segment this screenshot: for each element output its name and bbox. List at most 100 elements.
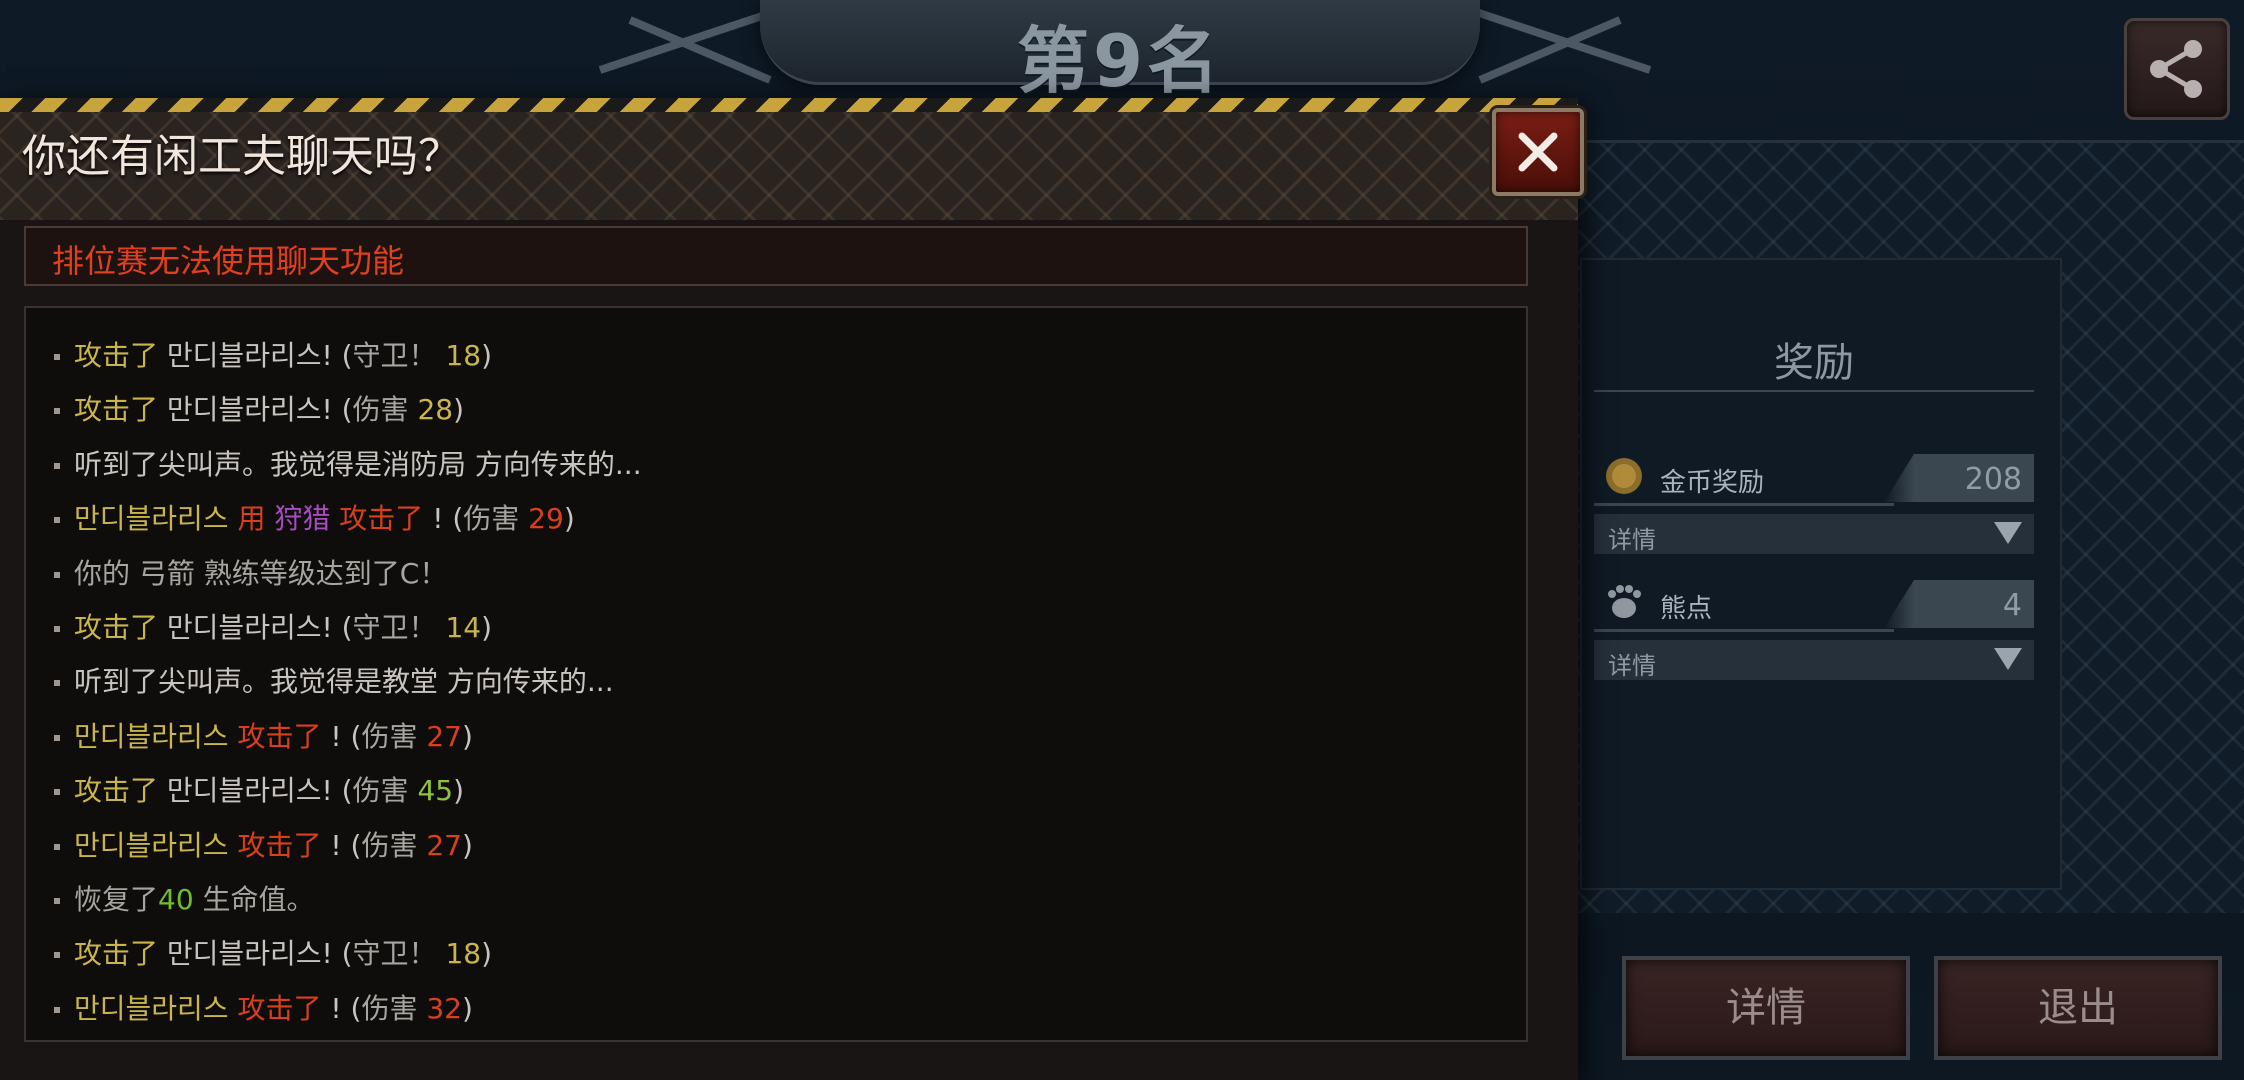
log-segment: 만디블라리스! (	[158, 339, 353, 372]
log-segment: 听到了尖叫声。我觉得是消防局 方向传来的...	[74, 447, 642, 481]
gold-coin-icon	[1604, 456, 1644, 496]
log-entry: 만디블라리스 攻击了 ! (伤害 27)	[54, 715, 473, 759]
log-entry: 攻击了 만디블라리스! (守卫！ 14)	[54, 606, 492, 650]
bullet-icon	[54, 517, 60, 524]
chevron-down-icon	[1994, 648, 2022, 670]
log-segment: 伤害	[352, 393, 418, 427]
share-icon	[2150, 40, 2202, 98]
bear-paw-icon	[1604, 582, 1644, 622]
reward-underline	[1594, 503, 1894, 506]
hazard-stripe	[0, 98, 1578, 112]
reward-divider	[1594, 390, 2034, 392]
log-segment: 你的 弓箭 熟练等级达到了C！	[74, 556, 448, 590]
bear-points-detail-dropdown[interactable]: 详情	[1594, 640, 2034, 680]
bullet-icon	[54, 571, 60, 578]
bullet-icon	[54, 462, 60, 469]
log-segment: 攻击了	[74, 611, 159, 644]
log-segment: 27	[426, 828, 462, 862]
bullet-icon	[54, 408, 60, 415]
log-segment: )	[453, 774, 465, 808]
bullet-icon	[54, 354, 60, 360]
bullet-icon	[54, 626, 60, 632]
bullet-icon	[54, 1006, 60, 1013]
log-segment: 听到了尖叫声。我觉得是教堂 方向传来的...	[74, 665, 614, 699]
log-segment: 用	[237, 502, 275, 536]
log-entry: 恢复了40 生命值。	[54, 878, 315, 922]
log-entry: 만디블라리스 攻击了 ! (伤害 32)	[54, 987, 473, 1031]
reward-item-gold: 金币奖励 208	[1594, 454, 2034, 506]
dialog-title: 你还有闲工夫聊天吗？	[22, 131, 462, 182]
log-segment: 攻击了	[237, 828, 322, 862]
log-entry: 만디블라리스 用 狩猎 攻击了 ! (伤害 29)	[54, 497, 575, 541]
log-entry: 만디블라리스 攻击了 ! (伤害 27)	[54, 824, 473, 868]
log-segment: )	[481, 339, 493, 372]
notice-text: 排位赛无法使用聊天功能	[52, 242, 405, 280]
log-segment: 만디블라리스	[74, 828, 238, 862]
log-segment: 狩猎	[274, 502, 331, 536]
reward-item-bear-points: 熊点 4	[1594, 580, 2034, 632]
log-segment: )	[461, 828, 473, 862]
log-entry: 攻击了 만디블라리스! (伤害 45)	[54, 769, 464, 813]
log-segment: 攻击了	[74, 774, 159, 808]
log-segment: 만디블라리스! (	[158, 393, 353, 427]
detail-button[interactable]: 详情	[1622, 956, 1910, 1060]
log-segment: 14	[445, 611, 482, 644]
bear-points-value: 4	[2002, 588, 2022, 623]
gold-detail-dropdown[interactable]: 详情	[1594, 514, 2034, 554]
log-segment: )	[453, 393, 465, 427]
log-entry: 攻击了 만디블라리스! (守卫！ 18)	[54, 932, 492, 976]
share-button[interactable]	[2124, 18, 2230, 120]
log-entry: 听到了尖叫声。我觉得是教堂 方向传来的...	[54, 660, 614, 704]
reward-underline	[1594, 629, 1894, 632]
gold-reward-label: 金币奖励	[1660, 468, 1765, 498]
log-segment: )	[481, 611, 493, 644]
log-segment: 만디블라리스! (	[158, 937, 353, 971]
log-segment: ! (	[321, 719, 362, 753]
log-segment: ! (	[432, 502, 464, 536]
gold-reward-value: 208	[1964, 462, 2022, 497]
log-segment: 27	[426, 719, 462, 753]
log-segment: 40	[158, 883, 194, 916]
log-segment: 守卫！	[352, 611, 446, 644]
log-segment: 伤害	[463, 502, 529, 536]
close-icon	[1518, 132, 1558, 172]
log-segment: 만디블라리스	[74, 719, 238, 753]
bullet-icon	[54, 789, 60, 796]
log-segment: ! (	[321, 991, 362, 1025]
log-segment: )	[461, 991, 473, 1025]
log-segment: 伤害	[361, 719, 427, 753]
bullet-icon	[54, 952, 60, 959]
log-segment: 18	[445, 937, 482, 971]
log-segment: )	[481, 937, 493, 971]
log-segment: 伤害	[361, 828, 427, 862]
log-segment: 32	[426, 991, 462, 1025]
bullet-icon	[54, 843, 60, 850]
log-segment: 守卫！	[352, 937, 446, 971]
log-segment: 伤害	[361, 991, 427, 1025]
log-segment: 生命值。	[193, 883, 315, 916]
chevron-down-icon	[1994, 522, 2022, 544]
rank-title: 第9名	[1016, 19, 1224, 103]
close-button[interactable]	[1492, 108, 1584, 196]
log-segment: 28	[417, 393, 454, 427]
log-segment: 伤害	[352, 774, 418, 808]
log-segment: )	[563, 502, 575, 536]
log-segment: 만디블라리스	[74, 502, 238, 536]
log-entry: 听到了尖叫声。我觉得是消防局 方向传来的...	[54, 443, 642, 487]
log-entry: 攻击了 만디블라리스! (守卫！ 18)	[54, 334, 492, 378]
log-segment: 만디블라리스! (	[158, 611, 353, 644]
bullet-icon	[54, 734, 60, 741]
exit-button[interactable]: 退出	[1934, 956, 2222, 1060]
log-entry: 你的 弓箭 熟练等级达到了C！	[54, 552, 447, 596]
log-segment: )	[461, 719, 473, 753]
log-segment: 만디블라리스! (	[158, 774, 353, 808]
bullet-icon	[54, 898, 60, 904]
log-segment: 攻击了	[237, 719, 322, 753]
bear-points-label: 熊点	[1660, 594, 1713, 624]
log-segment: 만디블라리스	[74, 991, 238, 1025]
log-segment: 攻击了	[330, 502, 433, 536]
log-segment: ! (	[321, 828, 362, 862]
crossed-guns-right-icon	[1460, 0, 1660, 90]
log-segment: 29	[528, 502, 564, 536]
reward-title: 奖励	[1774, 340, 1854, 386]
